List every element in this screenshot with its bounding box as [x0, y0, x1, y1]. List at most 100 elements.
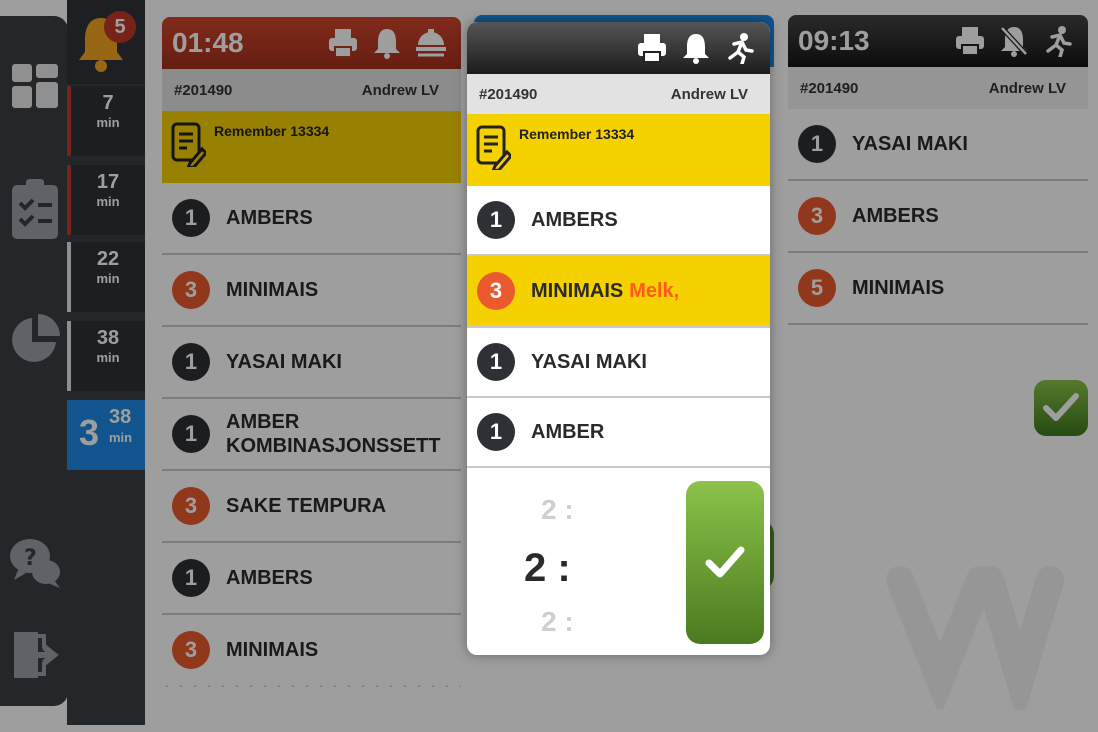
timer-subvalue: 38: [109, 406, 132, 428]
timer-unit: min: [96, 271, 120, 286]
item-name: AMBERS: [852, 204, 939, 227]
waiter-name: Andrew LV: [670, 85, 748, 103]
note-text: Remember 13334: [214, 123, 330, 139]
ticket-timers-column: 5 7 min 17 min 22 min 38 min 3 38 min: [67, 0, 145, 725]
running-person-icon[interactable]: [720, 28, 760, 68]
order-item[interactable]: 1 AMBERS: [162, 183, 461, 255]
note-edit-icon: [171, 122, 206, 167]
order-item[interactable]: 1 YASAI MAKI: [467, 328, 770, 398]
order-number: #201490: [479, 85, 538, 103]
picker-value-above[interactable]: 2 :: [541, 494, 574, 526]
confirm-button[interactable]: [686, 481, 764, 644]
bump-ticket-button[interactable]: [1034, 380, 1088, 436]
item-name: AMBERS: [226, 206, 313, 229]
ticket-timer[interactable]: 7 min: [67, 86, 145, 156]
ticket-info-row: #201490 Andrew LV: [162, 69, 461, 111]
focused-ticket-card[interactable]: #201490 Andrew LV Remember 13334 1 AMBERS…: [467, 22, 770, 655]
ticket-time: 09:13: [798, 25, 870, 56]
ticket-info-row: #201490 Andrew LV: [788, 67, 1088, 109]
timer-value: 3: [79, 412, 100, 453]
timer-value: 38: [96, 327, 120, 349]
order-item[interactable]: 1 AMBERS: [467, 186, 770, 256]
item-quantity-badge: 1: [172, 199, 210, 237]
item-name: AMBER KOMBINASJONSSETT: [226, 411, 441, 457]
picker-value-below[interactable]: 2 :: [541, 606, 574, 638]
notification-count-badge: 5: [104, 11, 136, 43]
item-quantity-badge: 5: [798, 269, 836, 307]
ticket-note: Remember 13334: [162, 111, 461, 183]
ticket-items: 1 AMBERS 3 MINIMAIS 1 YASAI MAKI 1 AMBER KOMBIN…: [162, 183, 461, 687]
order-number: #201490: [174, 81, 233, 99]
ticket-timer-active[interactable]: 3 38 min: [67, 400, 145, 470]
item-name: YASAI MAKI: [531, 350, 647, 373]
ticket-time: 01:48: [172, 27, 244, 58]
pie-chart-icon[interactable]: [8, 312, 62, 366]
waiter-name: Andrew LV: [361, 81, 439, 99]
item-name: SAKE TEMPURA: [226, 494, 387, 517]
order-item[interactable]: 3 MINIMAIS: [162, 255, 461, 327]
order-item[interactable]: 1 AMBER KOMBINASJONSSETT: [162, 399, 461, 471]
item-name: AMBERS: [531, 208, 618, 231]
picker-value-selected[interactable]: 2 :: [524, 546, 571, 591]
timer-unit: min: [109, 430, 133, 445]
printer-icon[interactable]: [323, 23, 363, 63]
item-name: MINIMAIS: [852, 276, 945, 299]
item-name: AMBER: [531, 420, 605, 443]
item-quantity-badge: 1: [477, 413, 515, 451]
timer-unit: min: [96, 115, 120, 130]
ticket-timer[interactable]: 38 min: [67, 321, 145, 391]
item-name: YASAI MAKI: [226, 350, 342, 373]
item-quantity-badge: 3: [477, 272, 515, 310]
order-item[interactable]: 3 MINIMAIS: [162, 615, 461, 687]
note-edit-icon: [476, 125, 511, 170]
item-quantity-badge: 3: [172, 487, 210, 525]
order-item[interactable]: 1 AMBER: [467, 398, 770, 468]
item-quantity-badge: 3: [172, 631, 210, 669]
item-quantity-badge: 1: [172, 343, 210, 381]
order-item[interactable]: 3 MINIMAIS Melk,: [467, 256, 770, 328]
timer-value: 7: [102, 92, 114, 114]
item-quantity-badge: 3: [798, 197, 836, 235]
ticket-torn-edge: [162, 679, 461, 692]
ticket-card[interactable]: 01:48 #201490 Andrew LV Remember 13334 1…: [162, 17, 461, 692]
item-quantity-badge: 3: [172, 271, 210, 309]
printer-icon[interactable]: [632, 28, 672, 68]
item-quantity-badge: 1: [172, 559, 210, 597]
item-quantity-badge: 1: [172, 415, 210, 453]
checkmark-icon: [705, 546, 745, 577]
ticket-items: 1 AMBERS 3 MINIMAIS Melk, 1 YASAI MAKI 1 AMBER: [467, 186, 770, 468]
dashboard-icon[interactable]: [8, 58, 62, 112]
checkmark-icon: [1043, 393, 1079, 421]
logout-icon[interactable]: [8, 628, 62, 682]
note-text: Remember 13334: [519, 126, 635, 142]
item-name: MINIMAIS: [531, 279, 624, 302]
timer-value: 17: [96, 171, 120, 193]
order-item[interactable]: 3 AMBERS: [788, 181, 1088, 253]
waiter-name: Andrew LV: [988, 79, 1066, 97]
ticket-items: 1 YASAI MAKI 3 AMBERS 5 MINIMAIS: [788, 109, 1088, 325]
orders-checklist-icon[interactable]: [8, 179, 62, 239]
serve-dish-icon[interactable]: [411, 23, 451, 63]
printer-icon[interactable]: [950, 21, 990, 61]
ticket-info-row: #201490 Andrew LV: [467, 74, 770, 114]
order-item[interactable]: 1 YASAI MAKI: [788, 109, 1088, 181]
order-item[interactable]: 3 SAKE TEMPURA: [162, 471, 461, 543]
bell-icon[interactable]: [676, 28, 716, 68]
running-person-icon[interactable]: [1038, 21, 1078, 61]
ticket-timer[interactable]: 17 min: [67, 165, 145, 235]
notifications[interactable]: 5: [67, 0, 145, 84]
timer-unit: min: [96, 194, 120, 209]
order-item[interactable]: 1 YASAI MAKI: [162, 327, 461, 399]
order-item[interactable]: 5 MINIMAIS: [788, 253, 1088, 325]
bell-icon[interactable]: [367, 23, 407, 63]
bell-muted-icon[interactable]: [994, 21, 1034, 61]
ticket-card[interactable]: 09:13 #201490 Andrew LV 1 YASAI MAKI 3 AMBE…: [788, 15, 1088, 335]
ticket-note: Remember 13334: [467, 114, 770, 186]
order-item[interactable]: 1 AMBERS: [162, 543, 461, 615]
quantity-picker[interactable]: 2 : 2 : 2 :: [467, 470, 770, 655]
ticket-timer[interactable]: 22 min: [67, 242, 145, 312]
timer-unit: min: [96, 350, 120, 365]
ticket-header: 01:48: [162, 17, 461, 69]
background-watermark: [886, 566, 1064, 710]
help-chat-icon[interactable]: ?: [8, 536, 62, 590]
